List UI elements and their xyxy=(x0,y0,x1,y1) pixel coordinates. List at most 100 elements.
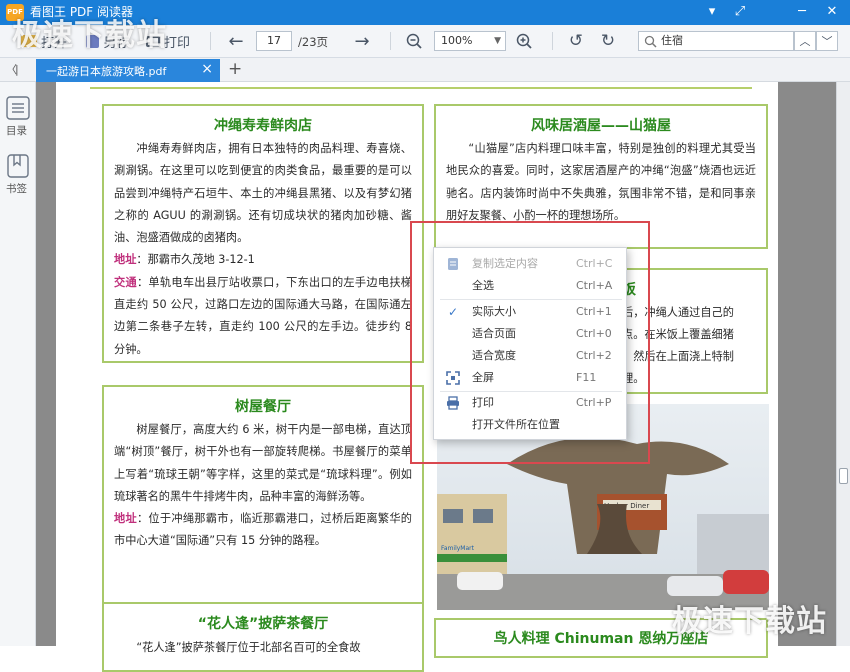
arrow-left-icon: ← xyxy=(228,30,244,52)
menu-item-shortcut: Ctrl+C xyxy=(576,257,613,270)
search-icon xyxy=(644,35,657,48)
fullscreen-icon xyxy=(446,371,460,385)
traffic-text: ：单轨电车出县厅站收票口，下东出口的左手边电扶梯直走约 50 公尺，过路口左边的… xyxy=(114,275,412,356)
menu-item-select-all[interactable]: 全选 Ctrl+A xyxy=(434,275,628,297)
menu-item-fit-width[interactable]: 适合宽度 Ctrl+2 xyxy=(434,345,628,367)
address-text: ：位于冲绳那霸市，临近那霸港口，过桥后距离繁华的市中心大道“国际通”只有 15 … xyxy=(114,512,412,548)
card-body: 树屋餐厅，高度大约 6 米，树干内是一部电梯，直达顶端“树顶”餐厅，树干外也有一… xyxy=(114,423,412,503)
copy-icon xyxy=(448,258,458,270)
close-tab-icon[interactable]: × xyxy=(201,61,213,77)
toolbar-divider xyxy=(210,32,211,50)
zoom-out-icon xyxy=(406,33,422,49)
previous-page-button[interactable]: ← xyxy=(224,30,248,52)
menu-dropdown-button[interactable]: ▾ xyxy=(700,3,724,21)
tab-document[interactable]: 一起游日本旅游攻略.pdf × xyxy=(36,59,220,82)
card-title: “花人逢”披萨茶餐厅 xyxy=(197,616,329,632)
zoom-out-button[interactable] xyxy=(402,31,426,51)
list-icon xyxy=(6,96,30,120)
menu-item-label: 全屏 xyxy=(472,371,494,384)
zoom-in-button[interactable] xyxy=(512,31,536,51)
address-line: 地址：位于冲绳那霸市，临近那霸港口，过桥后距离繁华的市中心大道“国际通”只有 1… xyxy=(114,508,412,553)
address-label: 地址 xyxy=(114,253,137,267)
check-icon: ✓ xyxy=(447,305,459,319)
toolbar-divider xyxy=(552,32,553,50)
toc-label: 目录 xyxy=(6,125,27,137)
minimize-button[interactable]: ─ xyxy=(790,3,814,21)
traffic-line: 交通：单轨电车出县厅站收票口，下东出口的左手边电扶梯直走约 50 公尺，过路口左… xyxy=(114,272,412,361)
search-value: 住宿 xyxy=(661,34,683,47)
search-next-button[interactable]: ﹀ xyxy=(816,31,838,51)
new-tab-button[interactable]: + xyxy=(228,59,242,79)
card-title: 冲绳寿寿鲜肉店 xyxy=(214,118,312,134)
menu-item-label: 打印 xyxy=(472,396,494,409)
page-total: /23页 xyxy=(298,35,329,49)
zoom-value: 100% xyxy=(441,34,473,47)
card-body: “山猫屋”店内料理口味丰富，特别是独创的料理尤其受当地民众的喜爱。同时，这家居酒… xyxy=(446,142,756,222)
address-label: 地址 xyxy=(114,512,137,526)
next-page-button[interactable]: → xyxy=(350,30,374,52)
watermark-top: 极速下载站 xyxy=(12,18,167,53)
zoom-in-icon xyxy=(516,33,532,49)
scroll-thumb[interactable] xyxy=(839,468,848,484)
close-window-button[interactable]: ✕ xyxy=(820,3,844,21)
chevron-down-icon: ﹀ xyxy=(821,35,833,48)
arrow-right-icon: → xyxy=(354,30,370,52)
rotate-left-button[interactable]: ↺ xyxy=(564,31,588,51)
menu-item-print[interactable]: 打印 Ctrl+P xyxy=(434,392,628,414)
printer-icon xyxy=(447,396,459,410)
rotate-left-icon: ↺ xyxy=(568,31,584,51)
menu-item-label: 全选 xyxy=(472,279,494,292)
traffic-label: 交通 xyxy=(114,275,137,289)
fullscreen-button[interactable]: ⤢ xyxy=(728,3,752,21)
address-line: 地址：那霸市久茂地 3-12-1 xyxy=(114,249,412,271)
card-body: 冲绳寿寿鲜肉店，拥有日本独特的肉品料理、寿喜烧、涮涮锅。在这里可以吃到便宜的肉类… xyxy=(114,142,412,245)
menu-item-actual-size[interactable]: ✓ 实际大小 Ctrl+1 xyxy=(434,301,628,323)
menu-item-label: 打开文件所在位置 xyxy=(472,418,560,431)
sidebar-collapse-button[interactable]: 〈| xyxy=(6,61,19,77)
card-body: “花人逢”披萨茶餐厅位于北部名百可的全食故 xyxy=(136,641,361,654)
print-label: 打印 xyxy=(163,35,190,51)
card-title: 风味居酒屋——山猫屋 xyxy=(531,118,671,134)
menu-item-fit-page[interactable]: 适合页面 Ctrl+0 xyxy=(434,323,628,345)
menu-item-open-file-location[interactable]: 打开文件所在位置 xyxy=(434,414,628,436)
vertical-scrollbar[interactable] xyxy=(836,82,850,646)
rotate-right-button[interactable]: ↻ xyxy=(596,31,620,51)
card-pizza-tea-restaurant: “花人逢”披萨茶餐厅 “花人逢”披萨茶餐厅位于北部名百可的全食故 xyxy=(102,602,424,672)
page-number-input[interactable]: 17 xyxy=(256,31,292,51)
pdf-page[interactable]: 冲绳寿寿鲜肉店 冲绳寿寿鲜肉店，拥有日本独特的肉品料理、寿喜烧、涮涮锅。在这里可… xyxy=(56,82,778,672)
card-okinawa-meat-shop: 冲绳寿寿鲜肉店 冲绳寿寿鲜肉店，拥有日本独特的肉品料理、寿喜烧、涮涮锅。在这里可… xyxy=(102,104,424,363)
address-text: ：那霸市久茂地 3-12-1 xyxy=(136,253,255,267)
toc-button[interactable]: 目录 xyxy=(4,96,32,140)
card-title: 树屋餐厅 xyxy=(235,399,291,415)
sidebar: 目录 书签 xyxy=(0,82,36,646)
menu-item-shortcut: Ctrl+1 xyxy=(576,305,612,318)
tab-label: 一起游日本旅游攻略.pdf xyxy=(46,65,167,78)
menu-item-fullscreen[interactable]: 全屏 F11 xyxy=(434,367,628,389)
menu-item-label: 适合页面 xyxy=(472,327,516,340)
menu-item-label: 适合宽度 xyxy=(472,349,516,362)
context-menu: 复制选定内容 Ctrl+C 全选 Ctrl+A ✓ 实际大小 Ctrl+1 适合… xyxy=(433,247,627,440)
menu-item-shortcut: Ctrl+2 xyxy=(576,349,612,362)
bookmark-icon xyxy=(7,154,29,178)
menu-item-shortcut: F11 xyxy=(576,371,597,384)
menu-item-label: 实际大小 xyxy=(472,305,516,318)
menu-item-shortcut: Ctrl+A xyxy=(576,279,613,292)
bookmark-button[interactable]: 书签 xyxy=(4,154,32,198)
menu-item-shortcut: Ctrl+0 xyxy=(576,327,612,340)
toolbar-divider xyxy=(390,32,391,50)
tab-bar: 〈| 一起游日本旅游攻略.pdf × + xyxy=(0,58,850,82)
bookmark-label: 书签 xyxy=(6,183,27,195)
menu-separator xyxy=(440,299,622,300)
page-top-rule xyxy=(90,87,752,89)
chevron-down-icon: ▼ xyxy=(494,36,501,46)
menu-item-label: 复制选定内容 xyxy=(472,257,538,270)
menu-item-shortcut: Ctrl+P xyxy=(576,396,612,409)
watermark-bottom: 极速下载站 xyxy=(672,604,827,639)
rotate-right-icon: ↻ xyxy=(600,31,616,51)
search-previous-button[interactable]: ︿ xyxy=(794,31,816,51)
menu-item-copy[interactable]: 复制选定内容 Ctrl+C xyxy=(434,253,628,275)
photo-shop-sign: FamilyMart xyxy=(441,545,475,552)
search-input[interactable]: 住宿 xyxy=(638,31,794,51)
zoom-select[interactable]: 100% ▼ xyxy=(434,31,506,51)
chevron-up-icon: ︿ xyxy=(799,35,811,48)
